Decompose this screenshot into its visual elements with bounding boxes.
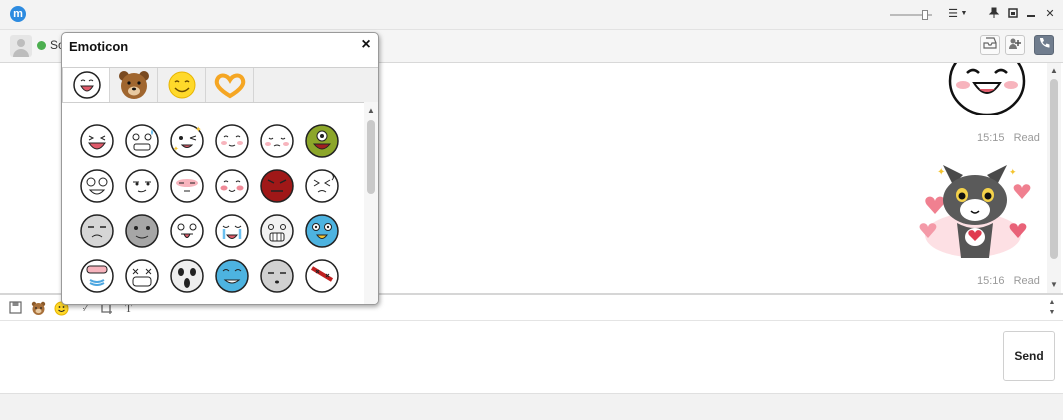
emoticon-green-monster[interactable] [304, 123, 340, 159]
emoticon-blushing-happy[interactable] [214, 168, 250, 204]
minimize-icon[interactable] [1024, 7, 1038, 21]
online-status-icon [37, 41, 46, 50]
read-status: Read [1013, 275, 1040, 287]
emoticon-scroll-up-icon[interactable]: ▲ [364, 105, 378, 117]
emoticon-grey-bored[interactable] [259, 258, 295, 294]
panel-title: Emoticon [69, 39, 129, 54]
svg-text:✦: ✦ [173, 145, 179, 153]
emoticon-winking[interactable]: ✦ ✦ [169, 123, 205, 159]
emoticon-panel: Emoticon × ✦ ✦ ▲ [61, 32, 379, 305]
svg-text:✦: ✦ [937, 167, 945, 178]
svg-text:✦: ✦ [195, 125, 202, 134]
call-icon[interactable] [1034, 35, 1054, 55]
toolbar-scroll-down-icon[interactable]: ▼ [1045, 308, 1059, 318]
cat-hearts-sticker[interactable]: ✦ ✦ [915, 155, 1035, 273]
message-time: 15:16 [977, 275, 1005, 287]
emoticon-sweating[interactable] [124, 123, 160, 159]
emoticon-laughing[interactable] [79, 123, 115, 159]
emoticon-scroll-thumb[interactable] [367, 120, 375, 194]
emoticon-blushing-sleepy[interactable] [169, 168, 205, 204]
scroll-up-arrow-icon[interactable]: ▲ [1047, 65, 1061, 77]
emoticon-tearful[interactable] [214, 213, 250, 249]
emoticon-tabs [62, 67, 378, 103]
emoticon-blue-crying[interactable] [214, 258, 250, 294]
smiling-face-sticker[interactable] [943, 63, 1028, 115]
opacity-slider[interactable] [890, 10, 932, 20]
message-time: 15:15 [977, 132, 1005, 144]
tab-face-set[interactable] [62, 68, 110, 102]
send-button[interactable]: Send [1003, 331, 1055, 381]
emoticon-bandaged[interactable] [304, 258, 340, 294]
emoticon-blushing[interactable] [214, 123, 250, 159]
chat-scrollbar[interactable]: ▲ ▼ [1047, 63, 1061, 293]
message-input[interactable] [0, 321, 1063, 393]
scroll-thumb[interactable] [1050, 79, 1058, 259]
read-status: Read [1013, 132, 1040, 144]
emoticon-masked[interactable] [124, 258, 160, 294]
close-icon[interactable]: ✕ [1043, 7, 1057, 21]
emoticon-shy[interactable] [259, 123, 295, 159]
inbox-icon[interactable] [980, 35, 1000, 55]
tab-heart-hands-set[interactable] [206, 68, 254, 102]
emoticon-scream[interactable] [169, 258, 205, 294]
emoticon-grey-annoyed[interactable] [79, 213, 115, 249]
toolbar-scroll-up-icon[interactable]: ▲ [1045, 298, 1059, 308]
emoticon-blue-mask[interactable] [79, 258, 115, 294]
slider-thumb[interactable] [922, 10, 928, 20]
avatar[interactable] [10, 35, 32, 57]
message-meta: 15:15 Read [977, 132, 1040, 144]
restore-icon[interactable] [1006, 7, 1020, 21]
scroll-down-arrow-icon[interactable]: ▼ [1047, 279, 1061, 291]
dropdown-icon[interactable]: ▼ [957, 7, 971, 21]
tab-smiley-set[interactable] [158, 68, 206, 102]
emoticon-crying-laugh[interactable] [79, 168, 115, 204]
tab-bear-set[interactable] [110, 68, 158, 102]
svg-text:✦: ✦ [1009, 167, 1017, 177]
app-logo-icon: m [10, 6, 26, 22]
add-contact-icon[interactable] [1005, 35, 1025, 55]
emoticon-grey-sick[interactable] [124, 213, 160, 249]
save-icon[interactable] [8, 301, 23, 316]
title-bar: m ☰ ▼ ✕ [0, 0, 1063, 30]
message-meta: 15:16 Read [977, 275, 1040, 287]
emoticon-dizzy[interactable] [304, 168, 340, 204]
emoticon-scrollbar[interactable]: ▲ [364, 102, 378, 304]
emoticon-blue-swirl[interactable] [304, 213, 340, 249]
bear-icon[interactable] [31, 301, 46, 316]
emoticon-grid: ✦ ✦ [62, 102, 362, 304]
emoticon-smug[interactable] [124, 168, 160, 204]
emoticon-shocked[interactable] [259, 213, 295, 249]
emoticon-red-angry[interactable] [259, 168, 295, 204]
status-bar [0, 393, 1063, 420]
panel-close-icon[interactable]: × [359, 37, 373, 53]
pin-icon[interactable] [987, 7, 1001, 21]
emoticon-tongue-out[interactable] [169, 213, 205, 249]
